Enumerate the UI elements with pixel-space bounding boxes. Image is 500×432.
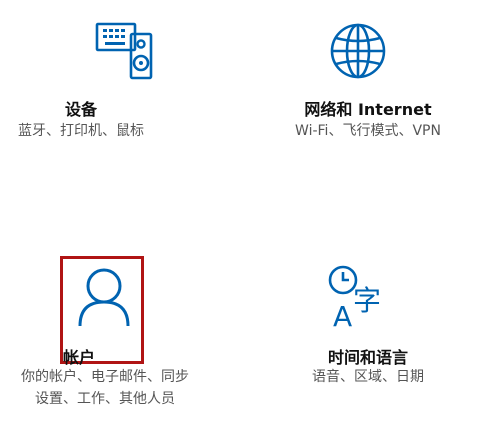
globe-icon	[329, 22, 387, 84]
tile-accounts-desc-line1: 你的帐户、电子邮件、同步	[21, 369, 189, 385]
time-language-zi-glyph: 字	[353, 284, 381, 317]
tile-network-title: 网络和 Internet	[304, 100, 432, 119]
tile-devices[interactable]: 设备 蓝牙、打印机、鼠标	[0, 0, 250, 216]
tile-accounts[interactable]: 帐户 你的帐户、电子邮件、同步 设置、工作、其他人员	[0, 216, 250, 432]
tile-time-desc: 语音、区域、日期	[312, 369, 424, 385]
tile-time-language[interactable]: A 字 时间和语言 语音、区域、日期	[250, 216, 500, 432]
tile-accounts-desc-line2: 设置、工作、其他人员	[35, 391, 175, 407]
tile-time-title: 时间和语言	[327, 348, 408, 367]
time-language-a-glyph: A	[333, 300, 352, 330]
person-icon	[76, 266, 132, 332]
tile-network-desc: Wi-Fi、飞行模式、VPN	[295, 123, 441, 139]
tile-devices-title: 设备	[64, 100, 97, 119]
tile-accounts-title: 帐户	[62, 348, 95, 367]
tile-accounts-desc: 你的帐户、电子邮件、同步 设置、工作、其他人员	[0, 366, 230, 410]
time-language-icon: A 字	[327, 264, 389, 334]
tile-network[interactable]: 网络和 Internet Wi-Fi、飞行模式、VPN	[250, 0, 500, 216]
devices-icon	[95, 20, 155, 86]
tile-devices-desc: 蓝牙、打印机、鼠标	[18, 123, 144, 139]
